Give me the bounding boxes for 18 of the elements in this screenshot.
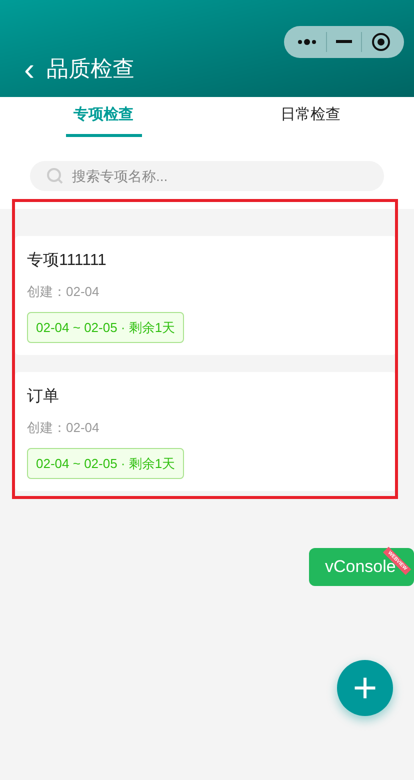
- search-field[interactable]: 搜索专项名称...: [30, 161, 384, 191]
- tab[interactable]: 日常检查: [272, 97, 348, 137]
- project-card[interactable]: 订单 创建：02-04 02-04 ~ 02-05 · 剩余1天: [15, 372, 396, 491]
- project-name: 专项111111: [27, 250, 108, 271]
- period-tag: 02-04 ~ 02-05 · 剩余1天: [27, 448, 184, 479]
- search-icon: [46, 167, 64, 185]
- project-name: 订单: [27, 387, 60, 407]
- more-icon: [296, 38, 317, 46]
- back-button[interactable]: ‹: [24, 49, 35, 89]
- add-button[interactable]: +: [337, 660, 393, 716]
- project-card[interactable]: 专项111111 创建：02-04 02-04 ~ 02-05 · 剩余1天: [15, 236, 396, 355]
- capsule-menu[interactable]: [284, 26, 404, 58]
- period-tag: 02-04 ~ 02-05 · 剩余1天: [27, 312, 184, 343]
- created-date: 创建：02-04: [27, 419, 100, 437]
- minimize-icon: [336, 40, 352, 44]
- page-title: 品质检查: [46, 55, 135, 83]
- close-icon: [371, 32, 392, 52]
- created-date: 创建：02-04: [27, 283, 100, 301]
